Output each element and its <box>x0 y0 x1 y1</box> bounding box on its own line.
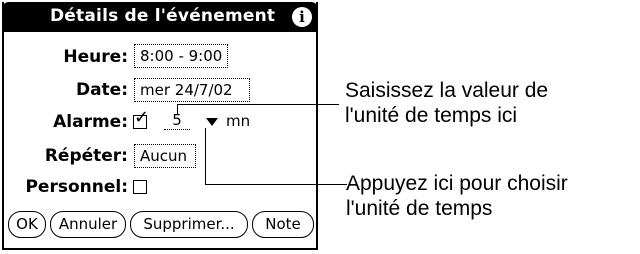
repeat-label: Répéter: <box>44 146 128 166</box>
alarm-unit-trigger[interactable]: mn <box>226 112 250 130</box>
cancel-button[interactable]: Annuler <box>50 211 126 238</box>
note-button[interactable]: Note <box>252 211 314 238</box>
private-label: Personnel: <box>25 177 128 197</box>
callout-unit-value-line1: Saisissez la valeur de <box>345 79 549 102</box>
callout-unit-choose-line2: l'unité de temps <box>346 197 493 220</box>
dialog-title: Détails de l'événement <box>50 6 276 26</box>
dialog-title-bar: Détails de l'événement i <box>2 2 318 32</box>
event-details-dialog: Détails de l'événement i Heure: 8:00 - 9… <box>2 2 318 250</box>
callout-unit-value: Saisissez la valeur de l'unité de temps … <box>345 78 548 128</box>
time-label: Heure: <box>63 47 128 67</box>
callout-unit-choose: Appuyez ici pour choisir l'unité de temp… <box>346 171 568 221</box>
repeat-field[interactable]: Aucun <box>134 144 196 168</box>
delete-button[interactable]: Supprimer... <box>130 211 248 238</box>
leader-line-value-vertical <box>177 104 178 114</box>
leader-line-unit-vertical <box>205 128 206 184</box>
time-field[interactable]: 8:00 - 9:00 <box>134 44 228 68</box>
leader-line-value-horizontal <box>177 104 339 105</box>
callout-unit-choose-line1: Appuyez ici pour choisir <box>346 172 568 195</box>
alarm-checkbox[interactable]: ✓ <box>133 109 149 129</box>
ok-button[interactable]: OK <box>8 211 46 238</box>
callout-unit-value-line2: l'unité de temps ici <box>345 104 518 127</box>
date-field[interactable]: mer 24/7/02 <box>134 78 250 102</box>
date-label: Date: <box>75 80 128 100</box>
checkmark-icon: ✓ <box>134 107 150 128</box>
alarm-label: Alarme: <box>53 112 128 132</box>
leader-line-unit-horizontal <box>205 184 347 185</box>
private-checkbox[interactable] <box>133 180 147 194</box>
info-icon[interactable]: i <box>292 7 312 27</box>
triangle-down-icon[interactable] <box>206 118 218 126</box>
